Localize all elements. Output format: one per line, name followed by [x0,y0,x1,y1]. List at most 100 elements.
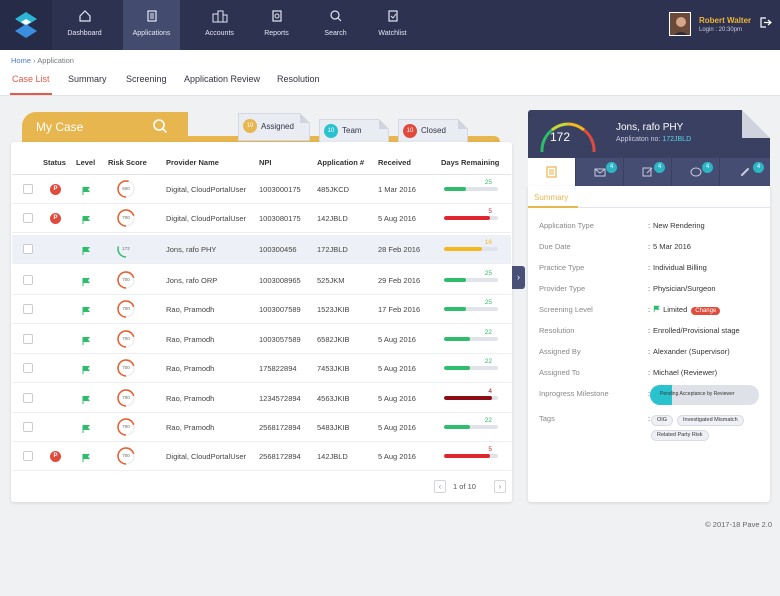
next-page-button[interactable]: › [494,480,506,493]
received-date: 5 Aug 2016 [378,364,416,373]
table-row[interactable]: P 600 Digital, CloudPortalUser 1003000175 48… [12,175,511,204]
table-row[interactable]: 700 Rao, Pramodh 1003057589 6582JKIB 5 Aug 2… [12,325,511,354]
row-checkbox[interactable] [23,363,33,373]
document-icon [546,166,557,178]
provider-name[interactable]: Jons, rafo PHY [166,245,216,254]
table-row[interactable]: 700 Rao, Pramodh 1234572894 4563JKIB 5 Aug 2… [12,384,511,413]
provider-name[interactable]: Rao, Pramodh [166,423,214,432]
nav-watchlist[interactable]: Watchlist [364,0,421,50]
tab-edit[interactable]: 4 [624,158,672,186]
summary-label[interactable]: Summary [534,193,568,202]
row-checkbox[interactable] [23,275,33,285]
field-value: New Rendering [653,221,705,230]
risk-score-value: 700 [122,365,130,370]
header-provider-name[interactable]: Provider Name [166,158,219,167]
provider-name[interactable]: Rao, Pramodh [166,364,214,373]
provider-name[interactable]: Digital, CloudPortalUser [166,214,246,223]
risk-score-value: 700 [122,306,130,311]
days-bar-fill [444,247,482,251]
row-checkbox[interactable] [23,304,33,314]
card-closed[interactable]: 10 Closed [398,119,468,143]
field-label: Screening Level [539,305,593,314]
nav-applications[interactable]: Applications [123,0,180,50]
tab-application-review[interactable]: Application Review [184,74,260,95]
attachment-count: 4 [753,162,764,173]
detail-panel [528,186,770,502]
provider-name[interactable]: Rao, Pramodh [166,335,214,344]
row-checkbox[interactable] [23,393,33,403]
days-bar-fill [444,187,466,191]
flag-icon [82,303,91,321]
days-bar [444,366,498,370]
tab-screening[interactable]: Screening [126,74,167,95]
provider-name[interactable]: Digital, CloudPortalUser [166,452,246,461]
field-separator: : [648,305,651,314]
card-assigned[interactable]: 10 Assigned [238,113,310,146]
chat-icon [690,167,701,176]
risk-score-value: 172 [122,246,130,251]
table-row[interactable]: 700 Rao, Pramodh 1003007589 1523JKIB 17 Feb … [12,295,511,324]
received-date: 29 Feb 2016 [378,276,421,285]
days-number: 25 [484,299,492,306]
table-row[interactable]: 700 Rao, Pramodh 2568172894 5483JKIB 5 Aug 2… [12,413,511,442]
application-number: Applicaton no: 172JBLD [616,136,692,143]
header-received[interactable]: Received [378,158,411,167]
provider-name[interactable]: Digital, CloudPortalUser [166,185,246,194]
mail-count: 4 [606,162,617,173]
header-npi[interactable]: NPI [259,158,272,167]
change-button[interactable]: Change [691,307,721,315]
row-checkbox[interactable] [23,244,33,254]
flag-icon [82,333,91,351]
provider-name[interactable]: Rao, Pramodh [166,305,214,314]
login-time: Login : 20:30pm [699,27,743,33]
days-bar-fill [444,366,470,370]
table-row[interactable]: P 700 Digital, CloudPortalUser 1003080175 14… [12,204,511,233]
table-row[interactable]: P 700 Digital, CloudPortalUser 2568172894 14… [12,442,511,471]
tag-chip[interactable]: Related Party Risk [651,430,709,441]
header-level[interactable]: Level [76,158,95,167]
days-remaining: 5 [444,208,498,225]
table-row[interactable]: 172 Jons, rafo PHY 100300456 172JBLD 28 Feb … [12,235,511,264]
days-bar [444,396,498,400]
application-number: 142JBLD [317,214,348,223]
header-status[interactable]: Status [43,158,66,167]
risk-score-value: 700 [122,277,130,282]
tab-resolution[interactable]: Resolution [277,74,320,95]
app-logo[interactable] [0,0,52,50]
row-checkbox[interactable] [23,213,33,223]
collapse-panel-button[interactable]: › [512,266,525,289]
days-remaining: 25 [444,270,498,287]
nav-search[interactable]: Search [307,0,364,50]
breadcrumb-home[interactable]: Home [11,56,31,65]
header-application[interactable]: Application # [317,158,364,167]
row-checkbox[interactable] [23,334,33,344]
row-checkbox[interactable] [23,422,33,432]
nav-dashboard[interactable]: Dashboard [56,0,113,50]
tag-chip[interactable]: OIG [651,415,674,426]
table-row[interactable]: 700 Jons, rafo ORP 1003008965 525JKM 29 Feb … [12,266,511,295]
tag-chip[interactable]: Investigated Mismatch [677,415,744,426]
header-days-remaining[interactable]: Days Remaining [441,158,499,167]
tab-summary-icon[interactable] [528,158,576,186]
logout-icon[interactable] [759,16,772,34]
days-bar [444,425,498,429]
tab-case-list[interactable]: Case List [10,74,52,95]
tab-chat[interactable]: 4 [672,158,720,186]
prev-page-button[interactable]: ‹ [434,480,446,493]
nav-reports[interactable]: Reports [248,0,305,50]
row-checkbox[interactable] [23,184,33,194]
provider-name[interactable]: Rao, Pramodh [166,394,214,403]
nav-accounts[interactable]: Accounts [191,0,248,50]
row-checkbox[interactable] [23,451,33,461]
provider-name[interactable]: Jons, rafo ORP [166,276,217,285]
card-team[interactable]: 10 Team [319,119,389,143]
table-row[interactable]: 700 Rao, Pramodh 175822894 7453JKIB 5 Aug 20… [12,354,511,383]
header-risk-score[interactable]: Risk Score [108,158,147,167]
risk-score-gauge: 700 [116,446,136,466]
npi: 100300456 [259,245,297,254]
tab-summary[interactable]: Summary [68,74,107,95]
days-number: 5 [488,446,492,453]
search-icon[interactable] [152,118,168,139]
tab-attachment[interactable]: 4 [720,158,770,186]
tab-mail[interactable]: 4 [576,158,624,186]
